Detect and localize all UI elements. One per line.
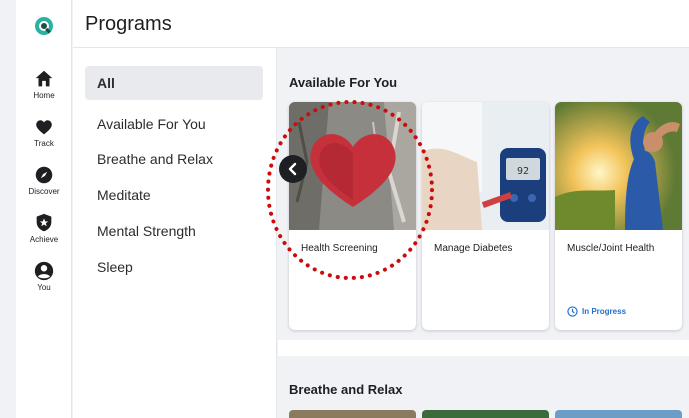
clock-icon <box>567 306 578 317</box>
nav-you[interactable]: You <box>16 260 72 292</box>
person-icon <box>34 261 54 281</box>
nav-rail: Home Track Discover Achieve You <box>16 0 72 418</box>
nav-discover[interactable]: Discover <box>16 164 72 196</box>
nav-home-label: Home <box>33 91 55 100</box>
nav-discover-label: Discover <box>28 187 60 196</box>
status-label: In Progress <box>582 307 627 316</box>
app-window: Home Track Discover Achieve You Programs… <box>0 0 689 418</box>
breathe-card-thumbnail-3[interactable] <box>555 410 682 418</box>
nav-you-label: You <box>37 283 51 292</box>
page-title: Programs <box>85 13 172 35</box>
program-card-muscle-joint-health[interactable]: Muscle/Joint Health In Progress <box>555 102 682 330</box>
shield-icon <box>36 213 52 232</box>
section-title-available: Available For You <box>289 75 398 90</box>
category-breathe-and-relax[interactable]: Breathe and Relax <box>85 142 263 176</box>
annotation-circle <box>266 100 434 280</box>
home-icon <box>35 70 53 87</box>
nav-track-label: Track <box>34 139 54 148</box>
breathe-card-thumbnail-1[interactable] <box>289 410 416 418</box>
category-available-for-you[interactable]: Available For You <box>85 107 263 141</box>
section-divider <box>278 340 689 356</box>
category-mental-strength[interactable]: Mental Strength <box>85 214 263 248</box>
nav-track[interactable]: Track <box>16 116 72 148</box>
category-sleep[interactable]: Sleep <box>85 250 263 284</box>
breathe-card-thumbnail-2[interactable] <box>422 410 549 418</box>
progress-status: In Progress <box>567 306 626 317</box>
heart-icon <box>36 120 52 135</box>
category-sidebar: All Available For You Breathe and Relax … <box>73 48 277 418</box>
nav-home[interactable]: Home <box>16 68 72 100</box>
category-all[interactable]: All <box>85 66 263 100</box>
card-title: Muscle/Joint Health <box>567 243 655 254</box>
card-title: Manage Diabetes <box>434 243 513 254</box>
svg-text:92: 92 <box>517 166 529 177</box>
app-logo-icon[interactable] <box>32 14 56 38</box>
section-title-breathe: Breathe and Relax <box>289 382 403 397</box>
category-meditate[interactable]: Meditate <box>85 178 263 212</box>
page-header: Programs <box>73 0 689 48</box>
nav-achieve[interactable]: Achieve <box>16 212 72 244</box>
muscle-joint-health-image <box>555 102 682 230</box>
nav-achieve-label: Achieve <box>29 235 59 244</box>
compass-icon <box>35 166 53 184</box>
